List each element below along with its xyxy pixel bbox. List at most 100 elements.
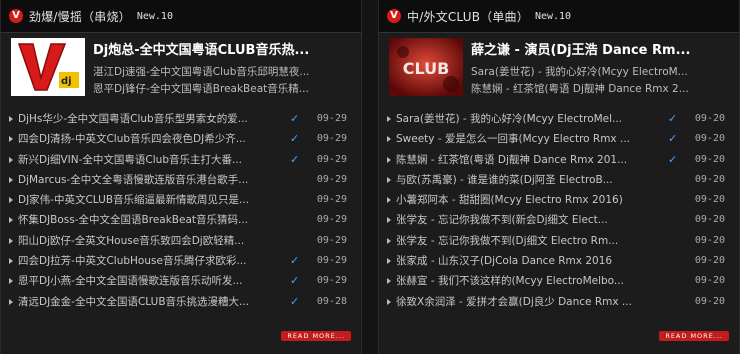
arrow-icon: [387, 116, 391, 122]
v-badge-icon: V: [9, 9, 23, 23]
featured-item: CLUB 薛之谦 - 演员(Dj王浩 Dance Rm... Sara(姜世花)…: [389, 38, 731, 98]
track-list: DjHs华少-全中文国粤语Club音乐型男索女的爱... ✓ 09-29 四会DJ清…: [9, 109, 353, 312]
item-title[interactable]: 张学友 - 忘记你我做不到(新会Dj细文 Elect...: [396, 210, 660, 230]
featured-line[interactable]: 恩平Dj锋仔-全中文国粤语BreakBeat音乐精...: [93, 81, 363, 96]
arrow-icon: [9, 136, 13, 143]
panel-header: V 中/外文CLUB（单曲） New.10: [379, 0, 739, 33]
arrow-icon: [9, 176, 13, 183]
arrow-icon: [387, 298, 391, 305]
track-list: Sara(姜世花) - 我的心好冷(Mcyy ElectroMel... ✓ 09-…: [387, 109, 731, 312]
item-date: 09-29: [316, 113, 347, 124]
check-icon: ✓: [668, 112, 678, 125]
list-item[interactable]: DjHs华少-全中文国粤语Club音乐型男索女的爱... ✓ 09-29: [9, 109, 353, 129]
panel-title[interactable]: 劲爆/慢摇（串烧）: [29, 8, 131, 25]
club-photo-thumbnail[interactable]: CLUB: [389, 38, 463, 96]
item-date: 09-20: [694, 295, 725, 307]
list-item[interactable]: Sara(姜世花) - 我的心好冷(Mcyy ElectroMel... ✓ 09-…: [387, 109, 731, 129]
arrow-icon: [9, 156, 13, 163]
arrow-icon: [387, 156, 391, 163]
list-item[interactable]: 阳山Dj欧仔-全英文House音乐致四会Dj欧轻精... 09-29: [9, 231, 353, 251]
item-date: 09-29: [316, 153, 347, 165]
svg-text:CLUB: CLUB: [403, 59, 450, 78]
list-item[interactable]: 张家成 - 山东汉子(DjCola Dance Rmx 2016 09-20: [387, 251, 731, 271]
list-item[interactable]: 陈慧娴 - 红茶馆(粤语 Dj靓神 Dance Rmx 201... ✓ 09-20: [387, 150, 731, 170]
arrow-icon: [9, 258, 13, 265]
list-item[interactable]: 张学友 - 忘记你我做不到(新会Dj细文 Elect... 09-20: [387, 210, 731, 230]
list-item[interactable]: DJ家伟-中英文CLUB音乐缩逼最新情歌周见只是... 09-29: [9, 190, 353, 210]
new-count: New.10: [534, 10, 572, 22]
featured-item: dj Dj炮总-全中文国粤语CLUB音乐热... 湛江Dj速强-全中文国粤语Cl…: [11, 38, 353, 98]
item-date: 09-29: [316, 214, 347, 226]
new-count: New.10: [136, 10, 173, 22]
item-title[interactable]: 怀集DJBoss-全中文全国语BreakBeat音乐猜码...: [18, 210, 282, 230]
item-date: 09-28: [316, 295, 347, 307]
svg-text:dj: dj: [61, 76, 72, 87]
panel-club-singles: V 中/外文CLUB（单曲） New.10 CLUB 薛之谦 - 演员(Dj王浩…: [378, 0, 740, 354]
featured-title[interactable]: 薛之谦 - 演员(Dj王浩 Dance Rm...: [471, 39, 740, 58]
item-title[interactable]: 徐致X余润泽 - 爱拼才会赢(Dj良少 Dance Rmx ...: [396, 292, 660, 312]
item-title[interactable]: Sara(姜世花) - 我的心好冷(Mcyy ElectroMel...: [396, 109, 660, 129]
item-title[interactable]: 清远DJ金金-全中文全国语CLUB音乐挑选漫糟大...: [18, 292, 282, 312]
item-date: 09-29: [316, 173, 347, 185]
dj-logo-thumbnail[interactable]: dj: [11, 38, 85, 96]
list-item[interactable]: 清远DJ金金-全中文全国语CLUB音乐挑选漫糟大... ✓ 09-28: [9, 292, 353, 312]
item-title[interactable]: DJ家伟-中英文CLUB音乐缩逼最新情歌周见只是...: [18, 190, 282, 210]
check-icon: ✓: [290, 112, 300, 125]
item-date: 09-29: [316, 275, 347, 287]
list-item[interactable]: 四会DJ清扬-中英文Club音乐四会夜色DJ希少齐... ✓ 09-29: [9, 129, 353, 149]
item-title[interactable]: DjMarcus-全中文全粤语慢歌连版音乐港台歌手...: [18, 170, 282, 190]
read-more-button[interactable]: READ MORE...: [659, 331, 729, 341]
item-title[interactable]: 恩平DJ小燕-全中文全国语慢歌连版音乐动听发...: [18, 271, 282, 291]
panel-dance-mix: V 劲爆/慢摇（串烧） New.10 dj Dj炮总-全中文国粤语CLUB音乐热…: [0, 0, 362, 354]
check-icon: ✓: [290, 254, 300, 268]
item-title[interactable]: 四会DJ清扬-中英文Club音乐四会夜色DJ希少齐...: [18, 129, 282, 149]
check-icon: ✓: [290, 294, 300, 308]
item-title[interactable]: 小薯郑阿本 - 甜甜圈(Mcyy Electro Rmx 2016): [396, 190, 660, 210]
item-title[interactable]: Sweety - 爱是怎么一回事(Mcyy Electro Rmx ...: [396, 129, 660, 149]
check-icon: ✓: [668, 132, 678, 146]
list-item[interactable]: 与欧(苏禹豪) - 谁是谁的菜(Dj阿圣 ElectroB... 09-20: [387, 170, 731, 190]
list-item[interactable]: 小薯郑阿本 - 甜甜圈(Mcyy Electro Rmx 2016) 09-20: [387, 190, 731, 210]
item-title[interactable]: 四会DJ拉芳-中英文ClubHouse音乐腾仔求欧彩...: [18, 251, 282, 271]
v-badge-icon: V: [387, 9, 401, 23]
list-item[interactable]: Sweety - 爱是怎么一回事(Mcyy Electro Rmx ... ✓ 09…: [387, 129, 731, 149]
item-title[interactable]: 与欧(苏禹豪) - 谁是谁的菜(Dj阿圣 ElectroB...: [396, 170, 660, 190]
item-title[interactable]: 张学友 - 忘记你我做不到(Dj细文 Electro Rm...: [396, 231, 660, 251]
read-more-button[interactable]: READ MORE...: [281, 331, 351, 341]
item-date: 09-20: [694, 214, 725, 226]
featured-line[interactable]: Sara(姜世花) - 我的心好冷(Mcyy ElectroM...: [471, 64, 740, 79]
check-icon: ✓: [290, 132, 300, 146]
check-icon: ✓: [668, 152, 678, 166]
panel-title[interactable]: 中/外文CLUB（单曲）: [407, 8, 529, 25]
item-date: 09-20: [694, 113, 725, 124]
check-icon: ✓: [290, 152, 300, 166]
item-title[interactable]: 张家成 - 山东汉子(DjCola Dance Rmx 2016: [396, 251, 660, 271]
item-date: 09-29: [316, 255, 347, 267]
arrow-icon: [9, 116, 13, 122]
arrow-icon: [387, 258, 391, 265]
item-title[interactable]: 新兴Dj细VIN-全中文国粤语Club音乐主打大番...: [18, 150, 282, 170]
item-title[interactable]: 陈慧娴 - 红茶馆(粤语 Dj靓神 Dance Rmx 201...: [396, 150, 660, 170]
featured-line[interactable]: 湛江Dj速强-全中文国粤语Club音乐邱明慧夜...: [93, 64, 363, 79]
arrow-icon: [9, 217, 13, 224]
list-item[interactable]: 张学友 - 忘记你我做不到(Dj细文 Electro Rm... 09-20: [387, 231, 731, 251]
item-title[interactable]: 阳山Dj欧仔-全英文House音乐致四会Dj欧轻精...: [18, 231, 282, 251]
arrow-icon: [9, 237, 13, 244]
panel-header: V 劲爆/慢摇（串烧） New.10: [1, 0, 361, 33]
list-item[interactable]: DjMarcus-全中文全粤语慢歌连版音乐港台歌手... 09-29: [9, 170, 353, 190]
list-item[interactable]: 徐致X余润泽 - 爱拼才会赢(Dj良少 Dance Rmx ... 09-20: [387, 292, 731, 312]
item-date: 09-20: [694, 255, 725, 267]
item-title[interactable]: DjHs华少-全中文国粤语Club音乐型男索女的爱...: [18, 109, 282, 129]
item-date: 09-29: [316, 234, 347, 246]
list-item[interactable]: 恩平DJ小燕-全中文全国语慢歌连版音乐动听发... ✓ 09-29: [9, 271, 353, 291]
arrow-icon: [387, 136, 391, 143]
arrow-icon: [9, 278, 13, 285]
item-date: 09-20: [694, 173, 725, 185]
list-item[interactable]: 张赫宣 - 我们不该这样的(Mcyy ElectroMelbo... 09-20: [387, 271, 731, 291]
featured-line[interactable]: 陈慧娴 - 红茶馆(粤语 Dj靓神 Dance Rmx 2...: [471, 81, 740, 96]
item-title[interactable]: 张赫宣 - 我们不该这样的(Mcyy ElectroMelbo...: [396, 271, 660, 291]
list-item[interactable]: 怀集DJBoss-全中文全国语BreakBeat音乐猜码... 09-29: [9, 210, 353, 230]
list-item[interactable]: 四会DJ拉芳-中英文ClubHouse音乐腾仔求欧彩... ✓ 09-29: [9, 251, 353, 271]
list-item[interactable]: 新兴Dj细VIN-全中文国粤语Club音乐主打大番... ✓ 09-29: [9, 150, 353, 170]
featured-title[interactable]: Dj炮总-全中文国粤语CLUB音乐热...: [93, 39, 363, 58]
